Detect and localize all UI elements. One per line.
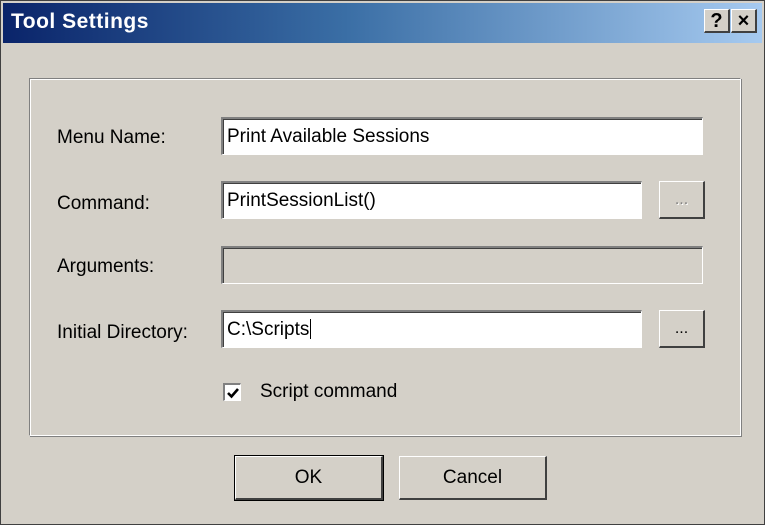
initial-directory-browse-button[interactable]: ...	[659, 310, 705, 348]
ellipsis-icon: ...	[674, 319, 689, 337]
initial-directory-label: Initial Directory:	[57, 322, 188, 343]
menu-name-value: Print Available Sessions	[227, 126, 430, 147]
help-icon: ?	[710, 9, 723, 32]
window-title: Tool Settings	[11, 10, 149, 33]
check-icon	[226, 387, 239, 398]
arguments-label: Arguments:	[57, 256, 155, 277]
title-bar[interactable]: Tool Settings ? ×	[3, 3, 762, 43]
cancel-button[interactable]: Cancel	[399, 456, 547, 500]
arguments-field[interactable]	[221, 246, 703, 284]
ok-button-label: OK	[294, 466, 323, 488]
command-browse-button[interactable]: ...	[659, 181, 705, 219]
command-label: Command:	[57, 193, 150, 214]
tool-settings-dialog: Tool Settings ? × Menu Name: Print Avail…	[0, 0, 765, 525]
command-value: PrintSessionList()	[227, 190, 376, 211]
script-command-label: Script command	[260, 381, 398, 402]
menu-name-field[interactable]: Print Available Sessions	[221, 117, 703, 155]
close-button[interactable]: ×	[731, 9, 757, 33]
cancel-button-label: Cancel	[442, 466, 503, 488]
ok-button[interactable]: OK	[234, 455, 384, 501]
text-cursor	[310, 319, 312, 339]
command-field[interactable]: PrintSessionList()	[221, 181, 642, 219]
close-icon: ×	[737, 9, 750, 32]
initial-directory-field[interactable]: C:\Scripts	[221, 310, 642, 348]
ellipsis-icon: ...	[674, 190, 689, 208]
help-button[interactable]: ?	[704, 9, 730, 33]
menu-name-label: Menu Name:	[57, 127, 166, 148]
script-command-checkbox[interactable]	[223, 383, 241, 401]
initial-directory-value: C:\Scripts	[227, 319, 310, 340]
